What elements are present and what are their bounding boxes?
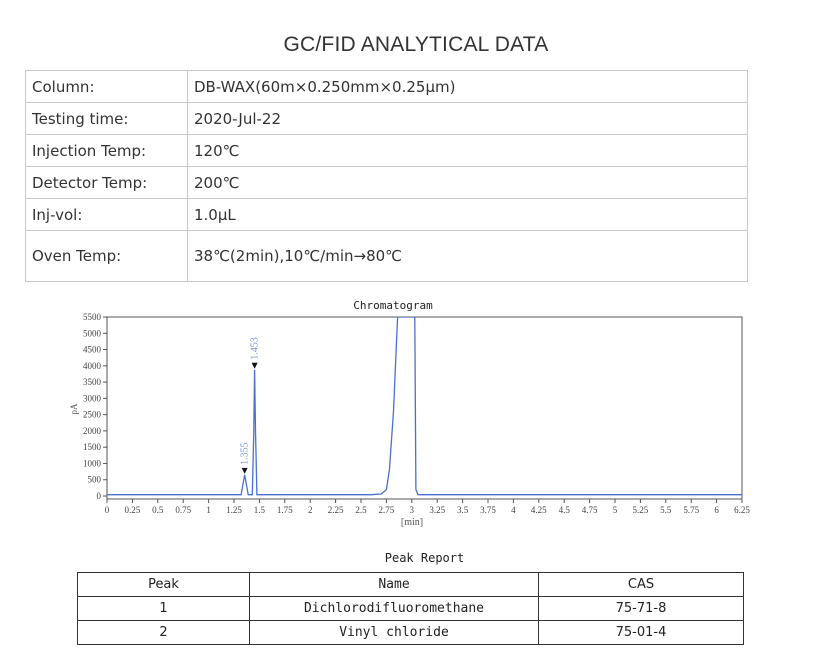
x-tick-label: 4.5: [559, 505, 571, 515]
param-value: 1.0μL: [187, 198, 748, 231]
y-tick-label: 500: [88, 475, 102, 485]
param-label: Column:: [25, 70, 188, 103]
chromatogram-chart: Chromatogram 050010001500200025003000350…: [69, 299, 750, 528]
param-row: Oven Temp: 38℃(2min),10℃/min→80℃: [25, 230, 748, 282]
x-tick-label: 5.25: [633, 505, 649, 515]
param-value: 38℃(2min),10℃/min→80℃: [187, 230, 748, 282]
peak-cas: 75-71-8: [538, 596, 744, 621]
table-row: 2 Vinyl chloride 75-01-4: [77, 620, 744, 645]
param-value: DB-WAX(60m×0.250mm×0.25μm): [187, 70, 748, 103]
y-tick-label: 1000: [83, 458, 102, 468]
x-tick-label: 5.5: [660, 505, 672, 515]
x-axis: 0 0.25 0.5 0.75 1 1.25 1.5 1.75 2 2.25 2.5 2.75 3 3.2…: [105, 499, 750, 515]
y-axis: 0 500 1000 1500 2000 2500 3000 3500 4000 4500 5000…: [83, 312, 107, 501]
peak-marker: [241, 467, 248, 474]
table-row: 1 Dichlorodifluoromethane 75-71-8: [77, 596, 744, 621]
y-tick-label: 5000: [83, 328, 102, 338]
peak-name: Vinyl chloride: [249, 620, 539, 645]
peak-number: 1: [77, 596, 250, 621]
plot-frame: [106, 316, 743, 500]
peak-cas: 75-01-4: [538, 620, 744, 645]
peak-name: Dichlorodifluoromethane: [249, 596, 539, 621]
param-row: Injection Temp: 120℃: [25, 134, 748, 167]
y-tick-label: 4000: [83, 361, 102, 371]
y-tick-label: 0: [97, 491, 102, 501]
x-tick-label: 2.25: [328, 505, 344, 515]
y-tick-label: 2000: [83, 426, 102, 436]
x-tick-label: 2.5: [355, 505, 367, 515]
x-tick-label: 2: [308, 505, 313, 515]
param-value: 2020-Jul-22: [187, 102, 748, 135]
x-tick-label: 5.75: [683, 505, 699, 515]
y-tick-label: 3500: [83, 377, 102, 387]
x-tick-label: 2.75: [379, 505, 395, 515]
x-tick-label: 1.5: [254, 505, 266, 515]
param-value: 120℃: [187, 134, 748, 167]
peak-retention-label: 1.355: [240, 442, 251, 465]
param-label: Detector Temp:: [25, 166, 188, 199]
x-tick-label: 3.25: [429, 505, 445, 515]
x-tick-label: 3.5: [457, 505, 469, 515]
param-row: Detector Temp: 200℃: [25, 166, 748, 199]
y-tick-label: 3000: [83, 393, 102, 403]
plot-area: 1.355 1.453: [107, 317, 742, 496]
x-tick-label: 0.75: [175, 505, 191, 515]
x-tick-label: 3: [410, 505, 415, 515]
x-tick-label: 0.25: [125, 505, 141, 515]
x-tick-label: 3.75: [480, 505, 496, 515]
y-axis-label: pA: [69, 403, 79, 415]
page-title: GC/FID ANALYTICAL DATA: [283, 33, 549, 56]
column-header: Peak: [77, 572, 250, 597]
x-tick-label: 1.25: [226, 505, 242, 515]
param-label: Testing time:: [25, 102, 188, 135]
x-tick-label: 5: [613, 505, 618, 515]
peak-report-table: Peak Name CAS 1 Dichlorodifluoromethane …: [77, 572, 744, 645]
y-tick-label: 1500: [83, 442, 102, 452]
x-tick-label: 4.25: [531, 505, 547, 515]
parameters-table: Column: DB-WAX(60m×0.250mm×0.25μm) Testi…: [25, 70, 748, 282]
x-tick-label: 6.25: [734, 505, 750, 515]
x-tick-label: 0.5: [152, 505, 164, 515]
param-value: 200℃: [187, 166, 748, 199]
chart-title: Chromatogram: [353, 299, 433, 312]
peak-marker: [251, 362, 258, 369]
peak-number: 2: [77, 620, 250, 645]
x-tick-label: 0: [105, 505, 110, 515]
column-header: Name: [249, 572, 539, 597]
peak-retention-label: 1.453: [250, 337, 261, 360]
x-tick-label: 1.75: [277, 505, 293, 515]
x-tick-label: 6: [714, 505, 719, 515]
x-tick-label: 1: [206, 505, 211, 515]
param-label: Oven Temp:: [25, 230, 188, 282]
column-header: CAS: [538, 572, 744, 597]
x-axis-label: [min]: [401, 517, 423, 528]
table-header-row: Peak Name CAS: [77, 572, 744, 597]
y-tick-label: 5500: [83, 312, 102, 322]
x-tick-label: 4.75: [582, 505, 598, 515]
param-row: Column: DB-WAX(60m×0.250mm×0.25μm): [25, 70, 748, 103]
chromatogram-trace: [107, 317, 742, 496]
peak-report-title: Peak Report: [384, 551, 465, 565]
param-row: Inj-vol: 1.0μL: [25, 198, 748, 231]
param-label: Inj-vol:: [25, 198, 188, 231]
y-tick-label: 2500: [83, 410, 102, 420]
param-label: Injection Temp:: [25, 134, 188, 167]
param-row: Testing time: 2020-Jul-22: [25, 102, 748, 135]
x-tick-label: 4: [511, 505, 516, 515]
y-tick-label: 4500: [83, 345, 102, 355]
